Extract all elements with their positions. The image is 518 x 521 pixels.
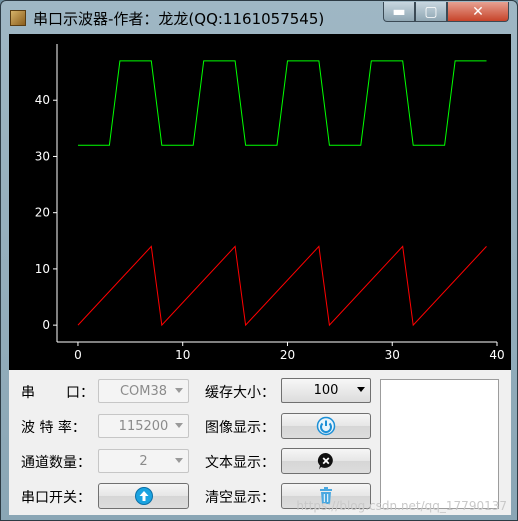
title-bar[interactable]: 串口示波器-作者：龙龙(QQ:1161057545) ▬ ▢ ✕ (1, 1, 517, 35)
client-area: 0 10 20 30 40 0 10 20 30 40 串 口： COM38 波 特 率： 115… (9, 34, 511, 515)
power-icon (316, 416, 336, 436)
waveform-plot: 0 10 20 30 40 0 10 20 30 40 (9, 34, 511, 370)
image-display-button[interactable] (281, 413, 371, 439)
text-output-box[interactable] (380, 379, 499, 509)
chevron-down-icon (175, 423, 183, 428)
series-line-1 (78, 60, 487, 146)
control-panel: 串 口： COM38 波 特 率： 115200 通道数量： 2 串口开关： 缓… (9, 370, 511, 515)
waveform-chart: 0 10 20 30 40 0 10 20 30 40 (35, 44, 505, 362)
series-line-2 (77, 245, 487, 327)
serial-switch-button[interactable] (98, 483, 189, 509)
x-tick-label: 40 (489, 348, 504, 362)
channels-select[interactable]: 2 (98, 449, 189, 473)
port-select-value: COM38 (119, 383, 168, 399)
clear-display-label: 清空显示： (205, 490, 275, 506)
y-tick-label: 30 (35, 149, 50, 163)
baud-label: 波 特 率： (21, 420, 86, 436)
baud-select-value: 115200 (118, 418, 169, 434)
maximize-button[interactable]: ▢ (415, 2, 447, 22)
image-display-label: 图像显示： (205, 420, 275, 436)
port-label-part1: 串 (21, 385, 35, 401)
text-display-label: 文本显示： (205, 455, 275, 471)
close-button[interactable]: ✕ (447, 2, 509, 22)
baud-select[interactable]: 115200 (98, 414, 189, 438)
window-title: 串口示波器-作者：龙龙(QQ:1161057545) (33, 10, 325, 28)
buffer-select-value: 100 (313, 383, 339, 398)
chevron-down-icon (175, 388, 183, 393)
port-label-part2: 口： (66, 385, 94, 401)
maximize-icon: ▢ (424, 3, 438, 20)
upload-arrow-icon (134, 487, 153, 505)
app-icon (10, 10, 26, 26)
channels-select-value: 2 (139, 453, 148, 469)
chevron-down-icon (175, 458, 183, 463)
text-display-button[interactable] (281, 448, 371, 474)
y-tick-label: 40 (35, 93, 50, 107)
buffer-label: 缓存大小： (205, 385, 275, 401)
y-tick-label: 20 (35, 206, 50, 220)
port-select[interactable]: COM38 (98, 379, 189, 403)
y-tick-label: 0 (42, 318, 50, 332)
watermark-text: https://blog.csdn.net/qq_17790137 (296, 499, 507, 513)
x-tick-label: 30 (385, 348, 400, 362)
serial-switch-label: 串口开关： (21, 490, 91, 506)
chevron-down-icon (357, 387, 365, 392)
x-tick-label: 10 (175, 348, 190, 362)
x-tick-label: 20 (280, 348, 295, 362)
chat-close-icon (317, 452, 333, 470)
x-tick-label: 0 (74, 348, 82, 362)
main-window: 串口示波器-作者：龙龙(QQ:1161057545) ▬ ▢ ✕ 0 10 20 30… (0, 0, 518, 521)
y-tick-label: 10 (35, 262, 50, 276)
buffer-select[interactable]: 100 (281, 378, 371, 403)
channels-label: 通道数量： (21, 455, 91, 471)
minimize-icon: ▬ (392, 3, 406, 20)
close-icon: ✕ (472, 3, 484, 20)
minimize-button[interactable]: ▬ (383, 2, 415, 22)
